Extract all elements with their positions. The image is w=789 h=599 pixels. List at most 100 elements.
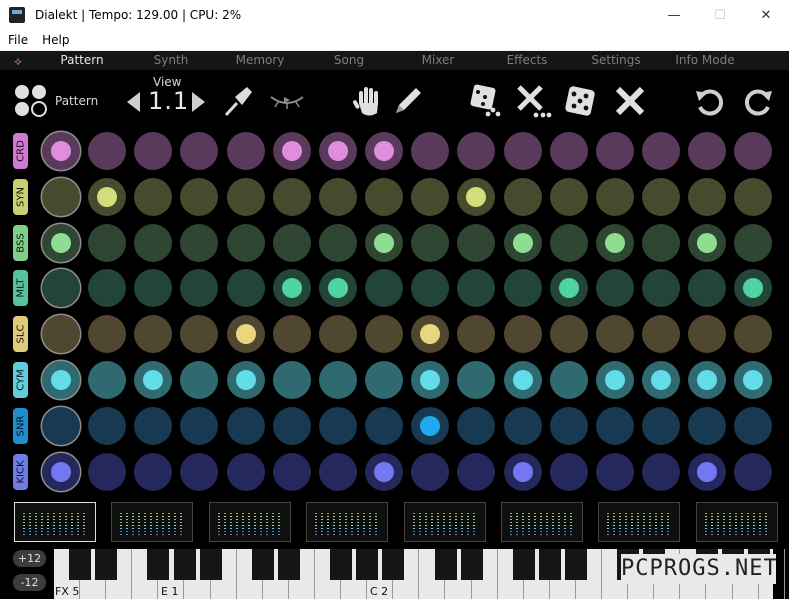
tab-pattern[interactable]: Pattern	[42, 53, 122, 67]
step-pad[interactable]	[411, 361, 450, 399]
random-dice-icon[interactable]	[562, 83, 598, 119]
step-pad[interactable]	[641, 223, 680, 262]
track-label-0[interactable]: CRD	[13, 133, 28, 169]
hand-icon[interactable]	[351, 83, 385, 119]
step-pad[interactable]	[88, 315, 127, 354]
step-pad[interactable]	[180, 452, 219, 491]
step-pad[interactable]	[411, 223, 450, 262]
step-pad[interactable]	[688, 452, 727, 491]
step-pad[interactable]	[134, 315, 173, 354]
pattern-slot[interactable]	[403, 502, 486, 542]
step-pad[interactable]	[503, 132, 542, 170]
step-pad[interactable]	[42, 361, 80, 399]
step-pad[interactable]	[180, 269, 219, 308]
step-pad[interactable]	[503, 406, 542, 445]
step-pad[interactable]	[457, 132, 496, 170]
step-pad[interactable]	[641, 177, 680, 216]
step-pad[interactable]	[457, 223, 496, 262]
step-pad[interactable]	[641, 315, 680, 354]
step-pad[interactable]	[503, 315, 542, 354]
piano-black-key[interactable]	[460, 549, 483, 580]
step-pad[interactable]	[457, 177, 496, 216]
pattern-slot[interactable]	[208, 502, 291, 542]
piano-black-key[interactable]	[147, 549, 170, 580]
redo-icon[interactable]	[743, 85, 775, 117]
tab-mixer[interactable]: Mixer	[398, 53, 478, 67]
clear-x-icon[interactable]	[612, 83, 648, 119]
piano-black-key[interactable]	[199, 549, 222, 580]
step-pad[interactable]	[503, 452, 542, 491]
step-pad[interactable]	[503, 177, 542, 216]
step-pad[interactable]	[134, 132, 173, 170]
step-pad[interactable]	[134, 406, 173, 445]
step-pad[interactable]	[42, 177, 80, 216]
tab-info-mode[interactable]: Info Mode	[665, 53, 745, 67]
step-pad[interactable]	[365, 132, 404, 170]
piano-black-key[interactable]	[69, 549, 92, 580]
step-pad[interactable]	[318, 223, 357, 262]
step-pad[interactable]	[503, 269, 542, 308]
step-pad[interactable]	[457, 406, 496, 445]
step-pad[interactable]	[272, 269, 311, 308]
step-pad[interactable]	[226, 177, 265, 216]
step-pad[interactable]	[411, 132, 450, 170]
step-pad[interactable]	[42, 132, 80, 170]
track-label-3[interactable]: MLT	[13, 270, 28, 307]
track-label-5[interactable]: CYM	[13, 362, 28, 398]
track-label-4[interactable]: SLC	[13, 316, 28, 353]
step-pad[interactable]	[272, 452, 311, 491]
piano-black-key[interactable]	[277, 549, 300, 580]
step-pad[interactable]	[549, 315, 588, 354]
pattern-slot[interactable]	[111, 502, 194, 542]
step-pad[interactable]	[411, 177, 450, 216]
track-label-2[interactable]: BSS	[13, 224, 28, 261]
octave-down-button[interactable]: -12	[13, 574, 46, 591]
step-pad[interactable]	[595, 132, 634, 170]
view-prev-icon[interactable]	[124, 90, 142, 114]
step-pad[interactable]	[180, 406, 219, 445]
track-label-7[interactable]: KICK	[13, 453, 28, 490]
step-pad[interactable]	[365, 406, 404, 445]
undo-icon[interactable]	[693, 85, 725, 117]
tab-settings[interactable]: Settings	[576, 53, 656, 67]
step-pad[interactable]	[134, 269, 173, 308]
piano-black-key[interactable]	[330, 549, 353, 580]
step-pad[interactable]	[88, 406, 127, 445]
pin-icon[interactable]	[221, 83, 255, 119]
track-label-6[interactable]: SNR	[13, 407, 28, 444]
piano-black-key[interactable]	[356, 549, 379, 580]
step-pad[interactable]	[88, 361, 127, 399]
step-pad[interactable]	[688, 406, 727, 445]
octave-up-button[interactable]: +12	[13, 550, 46, 567]
step-pad[interactable]	[734, 315, 773, 354]
step-pad[interactable]	[318, 361, 357, 399]
step-pad[interactable]	[365, 177, 404, 216]
menu-file[interactable]: File	[8, 33, 28, 47]
step-pad[interactable]	[42, 406, 80, 445]
piano-black-key[interactable]	[565, 549, 587, 580]
step-pad[interactable]	[503, 223, 542, 262]
step-pad[interactable]	[595, 177, 634, 216]
piano-black-key[interactable]	[173, 549, 196, 580]
piano-black-key[interactable]	[95, 549, 118, 580]
step-pad[interactable]	[457, 315, 496, 354]
step-pad[interactable]	[641, 269, 680, 308]
tab-song[interactable]: Song	[309, 53, 389, 67]
step-pad[interactable]	[180, 177, 219, 216]
step-pad[interactable]	[226, 223, 265, 262]
pattern-slot[interactable]	[598, 502, 681, 542]
step-pad[interactable]	[688, 315, 727, 354]
step-pad[interactable]	[180, 132, 219, 170]
step-pad[interactable]	[688, 269, 727, 308]
step-pad[interactable]	[549, 269, 588, 308]
step-pad[interactable]	[180, 315, 219, 354]
view-next-icon[interactable]	[190, 90, 208, 114]
minimize-button[interactable]: —	[651, 0, 697, 30]
step-pad[interactable]	[226, 315, 265, 354]
step-pad[interactable]	[549, 177, 588, 216]
pattern-grid-icon[interactable]	[14, 84, 48, 118]
step-pad[interactable]	[734, 223, 773, 262]
step-pad[interactable]	[641, 132, 680, 170]
tab-effects[interactable]: Effects	[487, 53, 567, 67]
step-pad[interactable]	[595, 269, 634, 308]
